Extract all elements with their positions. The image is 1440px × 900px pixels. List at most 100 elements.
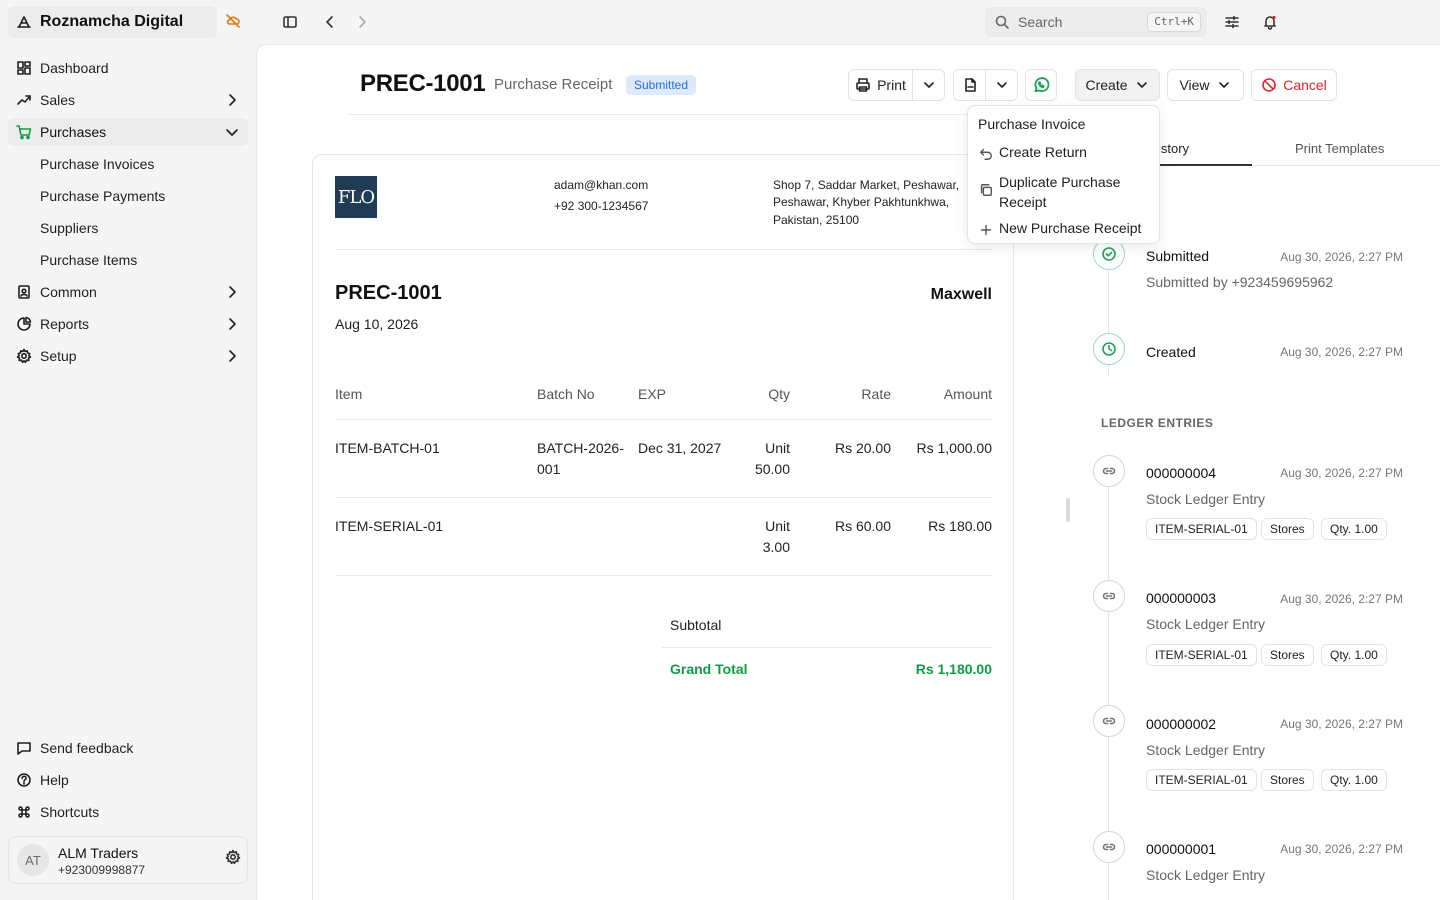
link-icon: [1093, 580, 1125, 612]
menu-item-purchase-invoice[interactable]: Purchase Invoice: [978, 116, 1169, 132]
company-address-line: Pakistan, 25100: [773, 213, 860, 227]
print-button[interactable]: Print: [848, 69, 913, 101]
sidebar-subitem-purchase-items[interactable]: Purchase Items: [40, 250, 137, 270]
cell-item: ITEM-SERIAL-01: [335, 518, 444, 534]
user-name: ALM Traders: [58, 845, 139, 861]
bell-icon[interactable]: [1262, 14, 1278, 30]
column-header: Amount: [943, 386, 992, 402]
gear-icon[interactable]: [225, 849, 241, 865]
sidebar-item-label: Purchases: [40, 124, 107, 140]
menu-item-new-receipt[interactable]: New Purchase Receipt: [979, 220, 1170, 237]
pdf-button[interactable]: [953, 69, 986, 101]
ledger-type: Stock Ledger Entry: [1146, 491, 1266, 507]
search-icon: [994, 14, 1010, 30]
user-card[interactable]: AT ALM Traders +923009998877: [8, 836, 248, 884]
ledger-chip: Qty. 1.00: [1321, 518, 1387, 540]
gear-icon: [16, 348, 32, 364]
company-address-line: Peshawar, Khyber Pakhtunkhwa,: [773, 195, 950, 209]
company-logo: FLO: [335, 176, 377, 218]
logo-icon: [16, 14, 32, 30]
sidebar-item-reports[interactable]: Reports: [8, 310, 248, 338]
pdf-options-button[interactable]: [986, 69, 1018, 101]
chevron-down-icon: [1134, 77, 1150, 93]
menu-item-label: Duplicate Purchase Receipt: [999, 174, 1121, 210]
sidebar-item-label: Dashboard: [40, 60, 109, 76]
sidebar-item-label: Sales: [40, 92, 76, 108]
ledger-id[interactable]: 000000004: [1146, 465, 1216, 481]
divider: [335, 575, 992, 576]
panel-resize-handle[interactable]: [1066, 498, 1070, 522]
message-icon: [16, 740, 32, 756]
status-badge: Submitted: [626, 75, 697, 95]
sidebar-shortcuts[interactable]: Shortcuts: [8, 798, 248, 826]
search-input[interactable]: Search Ctrl+K: [985, 7, 1207, 37]
link-icon: [1093, 705, 1125, 737]
sidebar-subitem-purchase-payments[interactable]: Purchase Payments: [40, 186, 165, 206]
forward-icon[interactable]: [354, 14, 370, 30]
ledger-time: Aug 30, 2026, 2:27 PM: [1280, 466, 1403, 480]
chevron-right-icon: [224, 348, 240, 364]
sidebar-toggle-icon[interactable]: [282, 14, 298, 30]
brand-name: Roznamcha Digital: [40, 13, 184, 30]
ledger-chip: Stores: [1261, 769, 1314, 791]
menu-item-duplicate[interactable]: Duplicate Purchase Receipt: [979, 172, 1154, 212]
sidebar-item-sales[interactable]: Sales: [8, 86, 248, 114]
ledger-id[interactable]: 000000002: [1146, 716, 1216, 732]
help-icon: [16, 772, 32, 788]
ban-icon: [1261, 77, 1277, 93]
tab-print-templates[interactable]: Print Templates: [1295, 141, 1384, 156]
command-icon: [16, 804, 32, 820]
ledger-chip: ITEM-SERIAL-01: [1146, 769, 1257, 791]
cell-batch: BATCH-2026-: [537, 440, 624, 456]
cancel-button[interactable]: Cancel: [1251, 69, 1337, 101]
print-options-button[interactable]: [913, 69, 945, 101]
chevron-right-icon: [224, 92, 240, 108]
pdf-icon: [962, 77, 978, 93]
ledger-id[interactable]: 000000003: [1146, 590, 1216, 606]
ledger-type: Stock Ledger Entry: [1146, 867, 1266, 883]
company-email: adam@khan.com: [554, 178, 649, 192]
chevron-down-icon: [994, 77, 1010, 93]
trending-up-icon: [16, 92, 32, 108]
ledger-chip: ITEM-SERIAL-01: [1146, 644, 1257, 666]
ledger-id[interactable]: 000000001: [1146, 841, 1216, 857]
sidebar-help[interactable]: Help: [8, 766, 248, 794]
menu-item-create-return[interactable]: Create Return: [979, 144, 1170, 161]
history-title: Created: [1146, 344, 1196, 360]
create-button[interactable]: Create: [1075, 69, 1160, 101]
dashboard-icon: [16, 60, 32, 76]
print-label: Print: [877, 77, 906, 93]
cell-qty: 50.00: [754, 461, 790, 477]
column-header: EXP: [638, 386, 667, 402]
cloud-off-icon[interactable]: [225, 13, 241, 29]
sidebar-subitem-purchase-invoices[interactable]: Purchase Invoices: [40, 154, 154, 174]
back-icon[interactable]: [322, 14, 338, 30]
history-time: Aug 30, 2026, 2:27 PM: [1280, 250, 1403, 264]
sidebar-send-feedback[interactable]: Send feedback: [8, 734, 248, 762]
cell-batch: 001: [537, 461, 561, 477]
chevron-down-icon: [1216, 77, 1232, 93]
sidebar: Roznamcha Digital Dashboard Sales Purcha…: [0, 0, 256, 900]
subtotal-label: Subtotal: [670, 617, 722, 633]
sidebar-item-common[interactable]: Common: [8, 278, 248, 306]
divider: [335, 249, 992, 250]
ledger-chip: Stores: [1261, 518, 1314, 540]
ledger-type: Stock Ledger Entry: [1146, 616, 1266, 632]
user-phone: +923009998877: [58, 863, 146, 877]
cell-rate: Rs 60.00: [834, 518, 891, 534]
ledger-entries-header: LEDGER ENTRIES: [1101, 416, 1214, 430]
whatsapp-button[interactable]: [1025, 69, 1057, 101]
view-button[interactable]: View: [1167, 69, 1244, 101]
history-time: Aug 30, 2026, 2:27 PM: [1280, 345, 1403, 359]
sidebar-item-dashboard[interactable]: Dashboard: [8, 54, 248, 82]
link-icon: [1093, 831, 1125, 863]
sliders-icon[interactable]: [1224, 14, 1240, 30]
brand-switcher[interactable]: Roznamcha Digital: [8, 6, 217, 38]
ledger-chip: Qty. 1.00: [1321, 769, 1387, 791]
cell-exp: Dec 31, 2027: [638, 440, 722, 456]
cell-amount: Rs 1,000.00: [916, 440, 993, 456]
sidebar-item-setup[interactable]: Setup: [8, 342, 248, 370]
plus-icon: [979, 220, 993, 237]
sidebar-item-purchases[interactable]: Purchases: [8, 118, 248, 146]
sidebar-subitem-suppliers[interactable]: Suppliers: [40, 218, 98, 238]
